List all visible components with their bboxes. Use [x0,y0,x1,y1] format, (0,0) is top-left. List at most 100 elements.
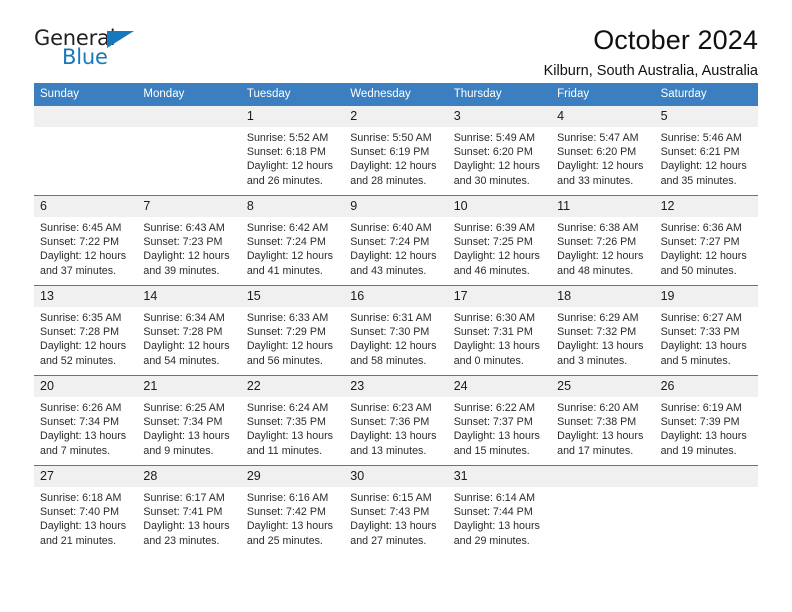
day-number: 18 [551,286,655,307]
calendar-day-10[interactable]: 10 Sunrise: 6:39 AM Sunset: 7:25 PM Dayligh… [447,196,552,285]
day-detail-line: Sunrise: 5:46 AM [660,132,742,144]
calendar-day-4[interactable]: 4 Sunrise: 5:47 AM Sunset: 6:20 PM Daylight… [551,106,655,195]
day-details: Sunrise: 6:16 AM Sunset: 7:42 PM Daylight:… [241,487,344,548]
day-number: 16 [344,286,448,307]
calendar-day-28[interactable]: 28 Sunrise: 6:17 AM Sunset: 7:41 PM Dayligh… [137,466,241,555]
day-detail-line: and 30 minutes. [453,174,530,187]
calendar-day-1[interactable]: 1 Sunrise: 5:52 AM Sunset: 6:18 PM Daylight… [240,106,345,195]
day-details [655,487,758,491]
calendar-day-19[interactable]: 19 Sunrise: 6:27 AM Sunset: 7:33 PM Dayligh… [654,286,758,375]
calendar-day-18[interactable]: 18 Sunrise: 6:29 AM Sunset: 7:32 PM Dayligh… [551,286,655,375]
calendar-day-23[interactable]: 23 Sunrise: 6:23 AM Sunset: 7:36 PM Dayligh… [344,376,448,465]
day-detail-line: and 27 minutes. [350,534,427,547]
day-detail-line: and 26 minutes. [246,174,323,187]
day-detail-line: Daylight: 12 hours [453,250,540,263]
calendar-day-11[interactable]: 11 Sunrise: 6:38 AM Sunset: 7:26 PM Dayligh… [551,196,655,285]
weekday-header-sunday: Sunday [40,88,80,100]
calendar-day-3[interactable]: 3 Sunrise: 5:49 AM Sunset: 6:20 PM Daylight… [447,106,552,195]
calendar-day-7[interactable]: 7 Sunrise: 6:43 AM Sunset: 7:23 PM Daylight… [137,196,241,285]
day-detail-line: Sunset: 7:32 PM [557,326,637,339]
day-detail-line: Sunset: 7:44 PM [453,506,533,519]
day-number: 12 [654,196,758,217]
day-number: 3 [447,106,552,127]
day-details: Sunrise: 5:46 AM Sunset: 6:21 PM Daylight:… [655,127,758,188]
calendar-day-29[interactable]: 29 Sunrise: 6:16 AM Sunset: 7:42 PM Dayligh… [240,466,345,555]
day-details: Sunrise: 5:47 AM Sunset: 6:20 PM Daylight:… [551,127,654,188]
day-details: Sunrise: 6:39 AM Sunset: 7:25 PM Daylight:… [448,217,551,278]
day-detail-line: Sunrise: 6:43 AM [143,222,225,234]
day-details: Sunrise: 6:18 AM Sunset: 7:40 PM Daylight:… [34,487,137,548]
calendar-day-26[interactable]: 26 Sunrise: 6:19 AM Sunset: 7:39 PM Dayligh… [654,376,758,465]
calendar-day-22[interactable]: 22 Sunrise: 6:24 AM Sunset: 7:35 PM Dayligh… [240,376,345,465]
day-details: Sunrise: 6:17 AM Sunset: 7:41 PM Daylight:… [137,487,240,548]
calendar-day-2[interactable]: 2 Sunrise: 5:50 AM Sunset: 6:19 PM Daylight… [344,106,448,195]
day-detail-line: Daylight: 12 hours [350,340,437,353]
calendar-day-27[interactable]: 27 Sunrise: 6:18 AM Sunset: 7:40 PM Dayligh… [34,466,138,555]
day-detail-line: Sunset: 7:36 PM [350,416,430,429]
day-details: Sunrise: 6:43 AM Sunset: 7:23 PM Daylight:… [137,217,240,278]
day-details: Sunrise: 6:25 AM Sunset: 7:34 PM Daylight:… [137,397,240,458]
calendar-day-25[interactable]: 25 Sunrise: 6:20 AM Sunset: 7:38 PM Dayligh… [551,376,655,465]
day-details: Sunrise: 6:36 AM Sunset: 7:27 PM Daylight:… [655,217,758,278]
day-detail-line: Daylight: 12 hours [453,160,540,173]
calendar-day-14[interactable]: 14 Sunrise: 6:34 AM Sunset: 7:28 PM Dayligh… [137,286,241,375]
day-detail-line: Sunrise: 6:23 AM [350,402,432,414]
day-detail-line: Sunset: 7:22 PM [40,236,120,249]
day-detail-line: Daylight: 12 hours [660,250,747,263]
day-detail-line: Daylight: 13 hours [246,520,333,533]
logo-flag-icon [107,31,134,48]
day-detail-line: Sunset: 7:31 PM [453,326,533,339]
day-detail-line: Sunset: 7:26 PM [557,236,637,249]
day-detail-line: Sunset: 7:29 PM [246,326,326,339]
day-detail-line: and 13 minutes. [350,444,427,457]
day-detail-line: Sunset: 7:27 PM [660,236,740,249]
calendar-day-9[interactable]: 9 Sunrise: 6:40 AM Sunset: 7:24 PM Daylight… [344,196,448,285]
weekday-header-thursday: Thursday [453,88,502,100]
day-detail-line: Daylight: 13 hours [350,520,437,533]
day-detail-line: Sunset: 6:20 PM [557,146,637,159]
day-detail-line: and 50 minutes. [660,264,737,277]
calendar-day-30[interactable]: 30 Sunrise: 6:15 AM Sunset: 7:43 PM Dayligh… [344,466,448,555]
day-detail-line: Sunrise: 6:34 AM [143,312,225,324]
day-number: 9 [344,196,448,217]
calendar-day-12[interactable]: 12 Sunrise: 6:36 AM Sunset: 7:27 PM Dayligh… [654,196,758,285]
day-detail-line: Sunrise: 6:17 AM [143,492,225,504]
day-detail-line: Daylight: 13 hours [350,430,437,443]
calendar-weeks: 1 Sunrise: 5:52 AM Sunset: 6:18 PM Daylight… [34,106,758,555]
day-details: Sunrise: 5:52 AM Sunset: 6:18 PM Daylight:… [241,127,344,188]
day-detail-line: Daylight: 12 hours [246,340,333,353]
calendar-week-row: 20 Sunrise: 6:26 AM Sunset: 7:34 PM Dayligh… [34,375,758,465]
day-details: Sunrise: 6:45 AM Sunset: 7:22 PM Daylight:… [34,217,137,278]
day-details: Sunrise: 6:29 AM Sunset: 7:32 PM Daylight:… [551,307,654,368]
day-detail-line: Sunset: 7:25 PM [453,236,533,249]
general-blue-logo: General Blue [34,26,154,72]
day-detail-line: and 58 minutes. [350,354,427,367]
day-number: 21 [137,376,241,397]
calendar-day-24[interactable]: 24 Sunrise: 6:22 AM Sunset: 7:37 PM Dayligh… [447,376,552,465]
day-detail-line: Sunrise: 6:20 AM [557,402,639,414]
day-details: Sunrise: 6:14 AM Sunset: 7:44 PM Daylight:… [448,487,551,548]
calendar-day-15[interactable]: 15 Sunrise: 6:33 AM Sunset: 7:29 PM Dayligh… [240,286,345,375]
day-detail-line: Sunset: 6:19 PM [350,146,430,159]
logo-text-blue: Blue [62,45,108,69]
day-detail-line: Sunrise: 5:50 AM [350,132,432,144]
day-detail-line: and 29 minutes. [453,534,530,547]
calendar-week-row: 27 Sunrise: 6:18 AM Sunset: 7:40 PM Dayligh… [34,465,758,555]
day-number: 6 [34,196,138,217]
calendar-day-17[interactable]: 17 Sunrise: 6:30 AM Sunset: 7:31 PM Dayligh… [447,286,552,375]
day-detail-line: Sunrise: 6:29 AM [557,312,639,324]
calendar-day-5[interactable]: 5 Sunrise: 5:46 AM Sunset: 6:21 PM Daylight… [654,106,758,195]
day-detail-line: and 0 minutes. [453,354,524,367]
calendar-day-31[interactable]: 31 Sunrise: 6:14 AM Sunset: 7:44 PM Dayligh… [447,466,552,555]
day-detail-line: Sunset: 7:38 PM [557,416,637,429]
calendar-day-6[interactable]: 6 Sunrise: 6:45 AM Sunset: 7:22 PM Daylight… [34,196,138,285]
calendar-day-13[interactable]: 13 Sunrise: 6:35 AM Sunset: 7:28 PM Dayligh… [34,286,138,375]
calendar-day-16[interactable]: 16 Sunrise: 6:31 AM Sunset: 7:30 PM Dayligh… [344,286,448,375]
calendar-day-8[interactable]: 8 Sunrise: 6:42 AM Sunset: 7:24 PM Daylight… [240,196,345,285]
calendar-day-20[interactable]: 20 Sunrise: 6:26 AM Sunset: 7:34 PM Dayligh… [34,376,138,465]
day-number: 26 [654,376,758,397]
day-number: 10 [447,196,552,217]
weekday-header-monday: Monday [143,88,185,100]
calendar-day-21[interactable]: 21 Sunrise: 6:25 AM Sunset: 7:34 PM Dayligh… [137,376,241,465]
day-detail-line: Sunrise: 6:22 AM [453,402,536,414]
